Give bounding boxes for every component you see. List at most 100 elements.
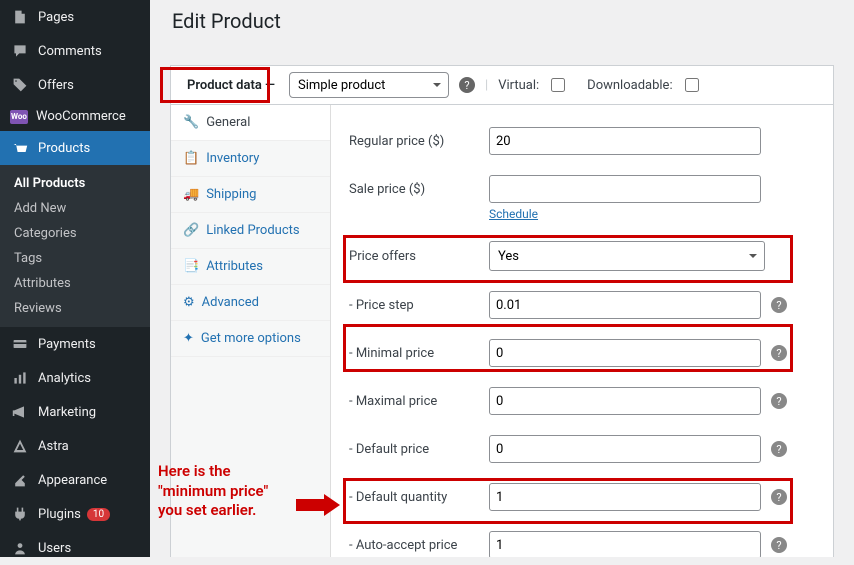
maximal-price-label: - Maximal price — [349, 394, 489, 409]
annotation-arrow-icon — [296, 494, 340, 516]
row-auto-accept: - Auto-accept price ? — [349, 521, 815, 557]
admin-sidebar: Pages Comments Offers Woo WooCommerce Pr… — [0, 0, 150, 557]
product-data-metabox: Product data — Simple product ? | Virtua… — [170, 65, 834, 557]
payments-icon — [10, 334, 30, 354]
products-icon — [10, 138, 30, 158]
help-icon[interactable]: ? — [771, 297, 787, 313]
tab-inventory[interactable]: 📋Inventory — [171, 141, 330, 177]
analytics-icon — [10, 368, 30, 388]
link-icon: 🔗 — [183, 223, 199, 238]
plus-icon: ✦ — [183, 331, 194, 346]
virtual-label: Virtual: — [498, 78, 539, 93]
plugins-icon — [10, 504, 30, 524]
products-submenu: All Products Add New Categories Tags Att… — [0, 165, 150, 327]
maximal-price-input[interactable] — [489, 387, 761, 415]
submenu-attributes[interactable]: Attributes — [0, 271, 150, 296]
sale-price-label: Sale price ($) — [349, 182, 489, 197]
product-type-select[interactable]: Simple product — [289, 72, 449, 98]
schedule-link[interactable]: Schedule — [489, 207, 815, 221]
sidebar-label: Plugins — [38, 507, 81, 522]
regular-price-input[interactable] — [489, 127, 761, 155]
sidebar-label: Comments — [38, 44, 102, 59]
wrench-icon: 🔧 — [183, 115, 199, 130]
appearance-icon — [10, 470, 30, 490]
marketing-icon — [10, 402, 30, 422]
auto-accept-label: - Auto-accept price — [349, 538, 489, 553]
sidebar-item-plugins[interactable]: Plugins 10 — [0, 497, 150, 531]
help-icon[interactable]: ? — [459, 77, 475, 93]
sidebar-item-appearance[interactable]: Appearance — [0, 463, 150, 497]
inventory-icon: 📋 — [183, 151, 199, 166]
regular-price-label: Regular price ($) — [349, 134, 489, 149]
downloadable-checkbox[interactable] — [685, 78, 699, 92]
price-offers-label: Price offers — [349, 249, 489, 264]
sidebar-label: Appearance — [38, 473, 107, 488]
sidebar-item-offers[interactable]: Offers — [0, 68, 150, 102]
sale-price-input[interactable] — [489, 175, 761, 203]
sidebar-item-analytics[interactable]: Analytics — [0, 361, 150, 395]
row-default-qty: - Default quantity ? — [349, 473, 815, 521]
tab-general[interactable]: 🔧General — [171, 105, 330, 141]
help-icon[interactable]: ? — [771, 489, 787, 505]
page-title: Edit Product — [170, 0, 834, 51]
sidebar-item-products[interactable]: Products — [0, 131, 150, 165]
submenu-add-new[interactable]: Add New — [0, 196, 150, 221]
minimal-price-input[interactable] — [489, 339, 761, 367]
row-minimal-price: - Minimal price ? — [349, 329, 815, 377]
users-icon — [10, 538, 30, 558]
sidebar-label: Payments — [38, 337, 96, 352]
sidebar-item-astra[interactable]: Astra — [0, 429, 150, 463]
auto-accept-input[interactable] — [489, 531, 761, 557]
sidebar-label: Offers — [38, 78, 74, 93]
sidebar-item-payments[interactable]: Payments — [0, 327, 150, 361]
sidebar-item-users[interactable]: Users — [0, 531, 150, 565]
sidebar-label: Astra — [38, 439, 69, 454]
tab-shipping[interactable]: 🚚Shipping — [171, 177, 330, 213]
submenu-tags[interactable]: Tags — [0, 246, 150, 271]
price-step-input[interactable] — [489, 291, 761, 319]
help-icon[interactable]: ? — [771, 393, 787, 409]
offers-icon — [10, 75, 30, 95]
default-qty-input[interactable] — [489, 483, 761, 511]
price-step-label: - Price step — [349, 298, 489, 313]
sidebar-item-comments[interactable]: Comments — [0, 34, 150, 68]
sidebar-item-pages[interactable]: Pages — [0, 0, 150, 34]
woocommerce-icon: Woo — [10, 110, 28, 124]
gear-icon: ⚙ — [183, 295, 195, 310]
tab-attributes[interactable]: 📑Attributes — [171, 249, 330, 285]
row-default-price: - Default price ? — [349, 425, 815, 473]
submenu-all-products[interactable]: All Products — [0, 171, 150, 196]
price-offers-select[interactable]: Yes — [489, 241, 765, 271]
sidebar-label: Analytics — [38, 371, 91, 386]
annotation-text: Here is the "minimum price" you set earl… — [158, 462, 268, 521]
help-icon[interactable]: ? — [771, 537, 787, 553]
product-data-title: Product data — — [183, 76, 279, 95]
row-price-offers: Price offers Yes — [349, 231, 815, 281]
submenu-reviews[interactable]: Reviews — [0, 296, 150, 321]
sidebar-label: Users — [38, 541, 71, 556]
truck-icon: 🚚 — [183, 187, 199, 202]
tab-linked[interactable]: 🔗Linked Products — [171, 213, 330, 249]
tab-advanced[interactable]: ⚙Advanced — [171, 285, 330, 321]
astra-icon — [10, 436, 30, 456]
sidebar-label: Pages — [38, 10, 74, 25]
attributes-icon: 📑 — [183, 259, 199, 274]
default-price-input[interactable] — [489, 435, 761, 463]
tab-more[interactable]: ✦Get more options — [171, 321, 330, 357]
virtual-checkbox[interactable] — [551, 78, 565, 92]
metabox-header: Product data — Simple product ? | Virtua… — [171, 66, 833, 105]
default-qty-label: - Default quantity — [349, 490, 489, 505]
sidebar-item-woocommerce[interactable]: Woo WooCommerce — [0, 102, 150, 131]
minimal-price-label: - Minimal price — [349, 346, 489, 361]
help-icon[interactable]: ? — [771, 441, 787, 457]
downloadable-label: Downloadable: — [587, 78, 672, 93]
sidebar-item-marketing[interactable]: Marketing — [0, 395, 150, 429]
help-icon[interactable]: ? — [771, 345, 787, 361]
plugin-count-badge: 10 — [87, 508, 110, 521]
sidebar-label: Marketing — [38, 405, 96, 420]
row-sale-price: Sale price ($) — [349, 165, 815, 213]
comments-icon — [10, 41, 30, 61]
row-price-step: - Price step ? — [349, 281, 815, 329]
submenu-categories[interactable]: Categories — [0, 221, 150, 246]
sidebar-label: WooCommerce — [36, 109, 126, 124]
